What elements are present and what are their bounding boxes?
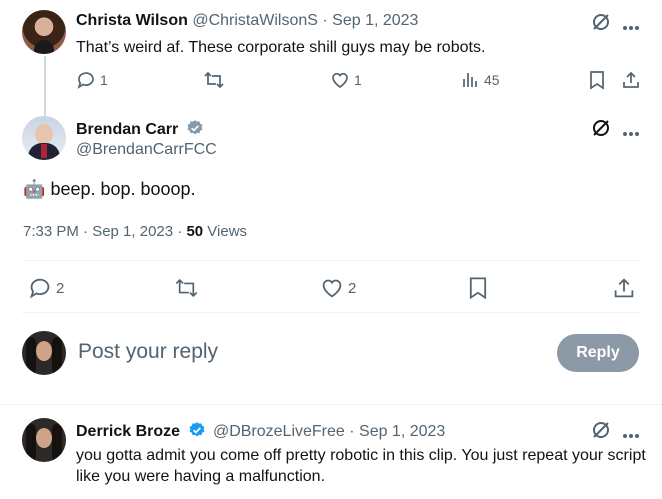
reply-icon [30, 278, 50, 299]
author-meta[interactable]: @ChristaWilsonS · Sep 1, 2023 [192, 12, 418, 29]
bookmark-button[interactable] [467, 276, 489, 300]
timestamp[interactable]: 7:33 PM · Sep 1, 2023 · [23, 223, 186, 240]
author-name[interactable]: Christa Wilson [76, 12, 188, 29]
analytics-icon [463, 73, 477, 87]
verified-badge-icon [187, 120, 203, 135]
author-handle[interactable]: @BrendanCarrFCC [76, 141, 217, 159]
share-icon [623, 71, 639, 88]
author-name[interactable]: Derrick Broze [76, 423, 180, 440]
bookmark-icon [469, 277, 487, 300]
more-icon[interactable] [622, 124, 640, 142]
like-count: 1 [354, 72, 362, 88]
verified-badge-icon [189, 422, 204, 437]
share-button[interactable] [612, 276, 636, 300]
bookmark-button[interactable] [588, 70, 606, 90]
grok-icon[interactable] [591, 12, 611, 37]
more-icon[interactable] [622, 426, 640, 444]
repost-button[interactable] [174, 276, 199, 300]
avatar[interactable] [22, 116, 66, 160]
author-meta[interactable]: @DBrozeLiveFree · Sep 1, 2023 [213, 423, 445, 440]
avatar[interactable] [22, 418, 66, 462]
repost-button[interactable] [203, 70, 225, 90]
share-button[interactable] [621, 70, 641, 90]
more-icon[interactable] [622, 18, 640, 36]
grok-icon[interactable] [591, 118, 611, 143]
grok-icon[interactable] [591, 420, 611, 445]
reply-count: 1 [100, 72, 108, 88]
tweet-text: beep. bop. booop. [50, 179, 196, 199]
reply-button[interactable]: Reply [557, 334, 639, 372]
reply-button[interactable]: 1 [76, 70, 108, 90]
like-count: 2 [348, 279, 357, 297]
repost-icon [204, 71, 224, 89]
like-button[interactable]: 1 [330, 70, 362, 90]
reply-count: 2 [56, 279, 65, 297]
like-button[interactable]: 2 [320, 276, 356, 300]
reply-button[interactable]: 2 [28, 276, 64, 300]
bookmark-icon [590, 71, 604, 90]
avatar[interactable] [22, 331, 66, 375]
divider [0, 404, 662, 405]
views-label: Views [203, 223, 248, 240]
robot-emoji: 🤖 [23, 179, 46, 199]
share-icon [614, 278, 634, 298]
reply-icon [77, 72, 94, 89]
reply-input[interactable]: Post your reply [78, 340, 538, 364]
heart-icon [332, 72, 348, 89]
avatar[interactable] [22, 10, 66, 54]
tweet-text: you gotta admit you come off pretty robo… [76, 447, 646, 485]
heart-icon [322, 279, 342, 298]
divider [22, 260, 640, 261]
author-name[interactable]: Brendan Carr [76, 121, 178, 138]
divider [22, 312, 640, 313]
repost-icon [175, 278, 198, 298]
view-count: 50 [186, 223, 204, 240]
thread-line [44, 56, 46, 116]
view-count: 45 [484, 72, 500, 88]
views-button[interactable]: 45 [460, 70, 500, 90]
tweet-text: That’s weird af. These corporate shill g… [76, 39, 486, 56]
